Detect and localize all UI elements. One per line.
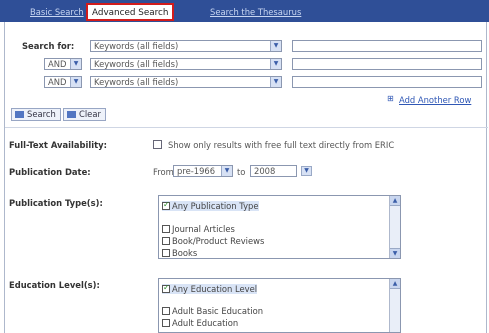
tab-search-thesaurus[interactable]: Search the Thesaurus <box>210 5 301 20</box>
chevron-down-icon: ▼ <box>270 59 281 69</box>
list-item-label: Book/Product Reviews <box>172 236 265 246</box>
chevron-down-icon[interactable]: ▼ <box>301 166 312 176</box>
search-field-select-value: Keywords (all fields) <box>94 77 179 87</box>
fulltext-option-label: Show only results with free full text di… <box>168 140 395 150</box>
date-from-value: pre-1966 <box>177 166 216 176</box>
search-button-label: Search <box>27 109 56 119</box>
checkbox[interactable] <box>162 237 170 245</box>
list-item[interactable]: Adult Basic Education <box>162 306 263 316</box>
advanced-search-panel: Search for: Keywords (all fields) ▼ AND … <box>4 22 488 333</box>
checkbox[interactable] <box>162 225 170 233</box>
divider <box>5 127 488 128</box>
checkbox[interactable] <box>162 249 170 257</box>
scrollbar[interactable]: ▲ ▼ <box>389 196 400 258</box>
boolean-operator-value: AND <box>48 59 67 69</box>
search-term-input-3[interactable] <box>292 76 482 88</box>
checkbox[interactable] <box>162 319 170 327</box>
list-item-label: Any Publication Type <box>172 201 259 211</box>
list-item-label: Any Education Level <box>172 284 258 294</box>
boolean-operator-select-2[interactable]: AND ▼ <box>44 58 82 70</box>
list-item[interactable]: Journal Articles <box>162 224 235 234</box>
publication-date-label: Publication Date: <box>9 167 91 177</box>
boolean-operator-value: AND <box>48 77 67 87</box>
fulltext-label: Full-Text Availability: <box>9 140 107 150</box>
list-item[interactable]: Books <box>162 248 197 258</box>
boolean-operator-select-3[interactable]: AND ▼ <box>44 76 82 88</box>
search-term-input-1[interactable] <box>292 40 482 52</box>
publication-type-label: Publication Type(s): <box>9 198 103 208</box>
search-for-label: Search for: <box>22 41 75 51</box>
plus-icon: ⊞ <box>387 94 394 103</box>
fulltext-checkbox[interactable] <box>153 140 162 149</box>
chevron-down-icon[interactable]: ▼ <box>390 248 400 258</box>
add-another-row-link[interactable]: Add Another Row <box>399 95 471 105</box>
checkbox[interactable] <box>162 200 170 210</box>
search-field-select-3[interactable]: Keywords (all fields) ▼ <box>90 76 282 88</box>
chevron-down-icon: ▼ <box>70 59 81 69</box>
list-item-label: Journal Articles <box>172 224 235 234</box>
clear-button-label: Clear <box>79 109 101 119</box>
scrollbar[interactable]: ▲ <box>389 279 400 332</box>
list-item-label: Adult Education <box>172 318 239 328</box>
search-field-select-1[interactable]: Keywords (all fields) ▼ <box>90 40 282 52</box>
search-field-select-value: Keywords (all fields) <box>94 59 179 69</box>
chevron-down-icon: ▼ <box>270 41 281 51</box>
education-level-label: Education Level(s): <box>9 280 100 290</box>
education-level-list[interactable]: Any Education Level Adult Basic Educatio… <box>158 278 401 333</box>
date-from-label: From <box>153 167 174 177</box>
checkbox[interactable] <box>162 307 170 315</box>
tab-basic-search[interactable]: Basic Search <box>30 5 84 20</box>
search-button[interactable]: Search <box>11 108 61 121</box>
list-item-label: Adult Basic Education <box>172 306 264 316</box>
chevron-up-icon[interactable]: ▲ <box>390 196 400 206</box>
date-to-value: 2008 <box>254 166 276 176</box>
list-item[interactable]: Any Publication Type <box>162 200 259 211</box>
publication-type-list[interactable]: Any Publication Type Journal Articles Bo… <box>158 195 401 259</box>
tab-advanced-search[interactable]: Advanced Search <box>86 3 175 21</box>
chevron-up-icon[interactable]: ▲ <box>390 279 400 289</box>
list-item[interactable]: Any Education Level <box>162 283 258 294</box>
list-item[interactable]: Book/Product Reviews <box>162 236 264 246</box>
chevron-down-icon: ▼ <box>70 77 81 87</box>
clear-button[interactable]: Clear <box>63 108 106 121</box>
search-field-select-2[interactable]: Keywords (all fields) ▼ <box>90 58 282 70</box>
date-to-select[interactable]: 2008 <box>250 165 297 177</box>
list-item-label: Books <box>172 248 198 258</box>
chevron-down-icon: ▼ <box>270 77 281 87</box>
search-field-select-value: Keywords (all fields) <box>94 41 179 51</box>
checkbox[interactable] <box>162 283 170 293</box>
tab-bar: Basic Search Advanced Search Search the … <box>0 0 489 22</box>
chevron-down-icon: ▼ <box>221 166 232 176</box>
list-item[interactable]: Adult Education <box>162 318 238 328</box>
clear-icon <box>67 111 76 118</box>
search-term-input-2[interactable] <box>292 58 482 70</box>
date-from-select[interactable]: pre-1966 ▼ <box>173 165 233 177</box>
search-icon <box>15 111 24 118</box>
date-to-label: to <box>237 167 246 177</box>
